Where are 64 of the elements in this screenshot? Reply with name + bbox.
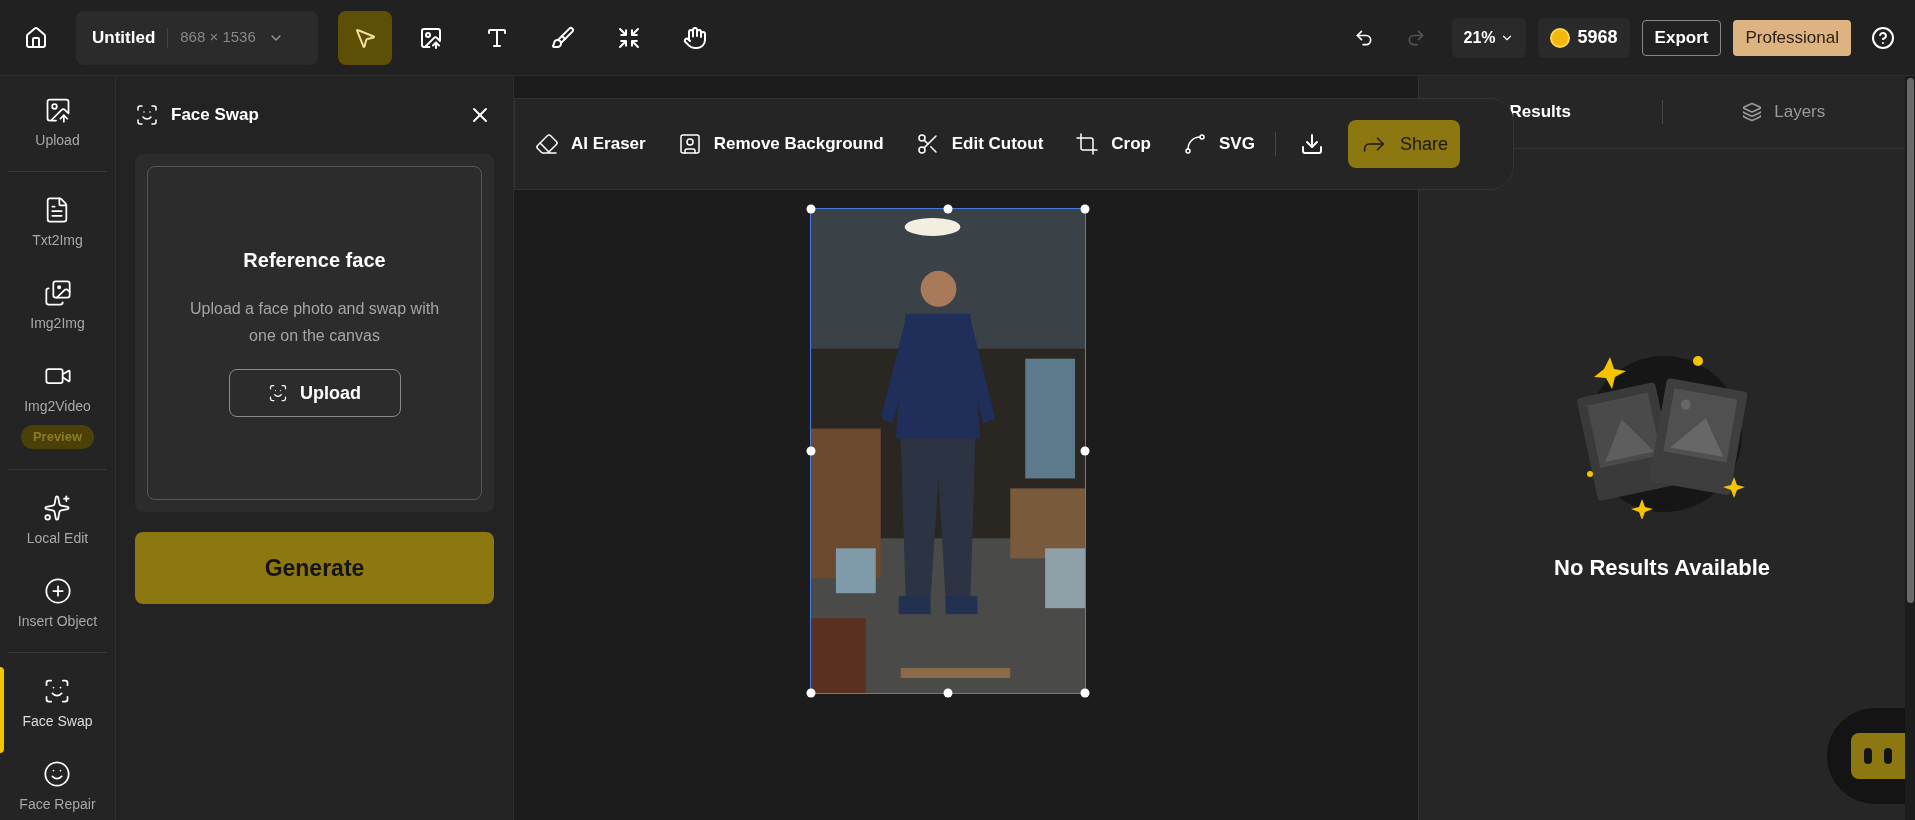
professional-button[interactable]: Professional xyxy=(1733,19,1851,56)
sidebar-item[interactable]: Face Repair xyxy=(19,759,96,815)
resize-handle[interactable] xyxy=(1080,446,1090,456)
images-icon xyxy=(43,279,72,307)
scrollbar[interactable] xyxy=(1907,78,1914,603)
chat-icon xyxy=(1864,748,1892,764)
image-upload-icon xyxy=(419,25,443,50)
hand-icon xyxy=(683,25,707,50)
download-icon xyxy=(1299,132,1324,156)
toolbar-button[interactable]: AI Eraser xyxy=(535,131,646,157)
resize-handle[interactable] xyxy=(943,688,953,698)
curve-icon xyxy=(1183,132,1207,156)
panel-title: Face Swap xyxy=(171,104,259,127)
sidebar-item[interactable]: Insert Object xyxy=(17,576,98,632)
upload-button[interactable]: Upload xyxy=(228,369,401,417)
tool-button[interactable] xyxy=(338,10,392,65)
export-button[interactable]: Export xyxy=(1641,19,1722,56)
document-size: 868 × 1536 xyxy=(180,27,256,48)
sidebar-item[interactable]: Img2Img xyxy=(30,279,85,334)
smiley-icon xyxy=(43,759,72,788)
sidebar-item[interactable]: Local Edit xyxy=(26,493,89,549)
face-scan-icon xyxy=(268,383,288,403)
sidebar-item[interactable]: Face Swap xyxy=(22,676,93,732)
help-icon xyxy=(1871,25,1895,50)
undo-icon xyxy=(1353,27,1374,48)
resize-handle[interactable] xyxy=(1080,204,1090,214)
resize-handle[interactable] xyxy=(943,204,953,214)
resize-handle[interactable] xyxy=(1080,688,1090,698)
card-description: Upload a face photo and swap with one on the canvas xyxy=(188,299,441,346)
card-title: Reference face xyxy=(243,248,386,273)
face-scan-icon xyxy=(135,103,159,127)
sparkles-icon xyxy=(43,493,72,522)
sidebar-item[interactable]: Img2Video xyxy=(24,362,91,417)
credits-count: 5968 xyxy=(1577,26,1618,49)
panel-tab[interactable]: Layers xyxy=(1742,99,1826,125)
resize-handle[interactable] xyxy=(806,204,816,214)
upload-area[interactable]: Reference face Upload a face photo and swap with one on the canvas Upload xyxy=(147,166,482,500)
resize-handle[interactable] xyxy=(806,688,816,698)
resize-handle[interactable] xyxy=(806,446,816,456)
eraser-icon xyxy=(535,132,559,156)
scissors-icon xyxy=(915,132,940,156)
sidebar-item[interactable]: Upload xyxy=(35,96,80,151)
person-square-icon xyxy=(677,132,702,156)
toolbar-button[interactable]: SVG xyxy=(1183,131,1255,157)
sidebar-item[interactable]: Txt2Img xyxy=(32,196,83,251)
toolbar-button[interactable]: Remove Background xyxy=(677,131,884,157)
toolbar-button[interactable]: Crop xyxy=(1075,131,1151,157)
plus-circle-icon xyxy=(43,576,72,605)
document-title: Untitled xyxy=(92,26,156,49)
chat-button[interactable] xyxy=(1851,733,1905,779)
document-selector[interactable]: Untitled 868 × 1536 xyxy=(76,10,318,65)
zoom-dropdown[interactable]: 21% xyxy=(1451,17,1526,58)
panel-tab[interactable]: Results xyxy=(1509,99,1571,125)
layers-icon xyxy=(1742,102,1763,122)
generate-button[interactable]: Generate xyxy=(135,532,494,604)
crop-icon xyxy=(1075,132,1100,156)
share-button[interactable]: Share xyxy=(1347,120,1460,168)
home-icon xyxy=(24,25,48,50)
empty-state-message: No Results Available xyxy=(1554,554,1770,582)
toolbar-button[interactable]: Edit Cutout xyxy=(915,131,1044,157)
shrink-icon xyxy=(617,25,641,50)
coin-icon xyxy=(1549,27,1570,48)
preview-badge: Preview xyxy=(20,425,95,449)
brush-icon xyxy=(551,25,575,50)
